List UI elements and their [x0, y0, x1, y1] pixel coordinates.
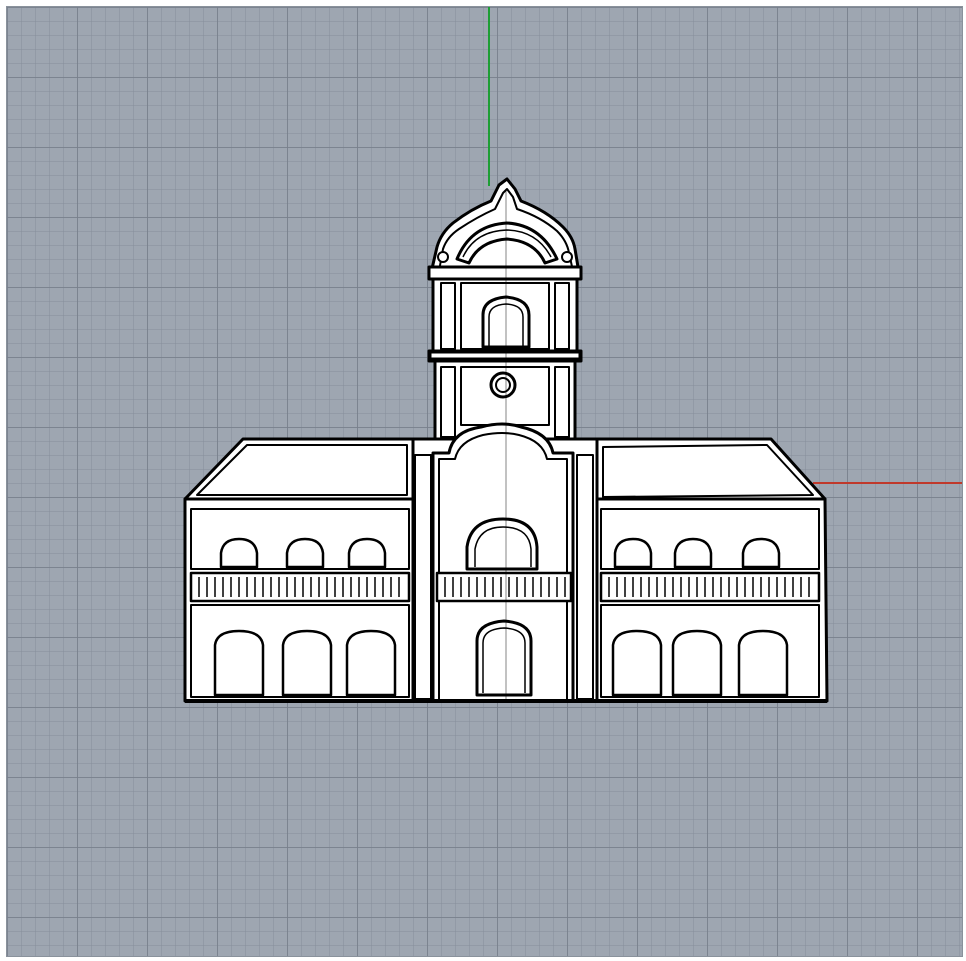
- tower-cornice: [427, 265, 583, 281]
- left-wing-roof: [183, 437, 415, 503]
- central-balustrade: [435, 571, 573, 603]
- left-wing: [183, 437, 415, 703]
- central-door: [475, 619, 533, 697]
- right-wing: [595, 437, 829, 703]
- tower: [427, 177, 583, 443]
- rhino-viewport[interactable]: [6, 6, 963, 957]
- central-facade: [409, 422, 599, 703]
- viewport-canvas[interactable]: [7, 7, 963, 957]
